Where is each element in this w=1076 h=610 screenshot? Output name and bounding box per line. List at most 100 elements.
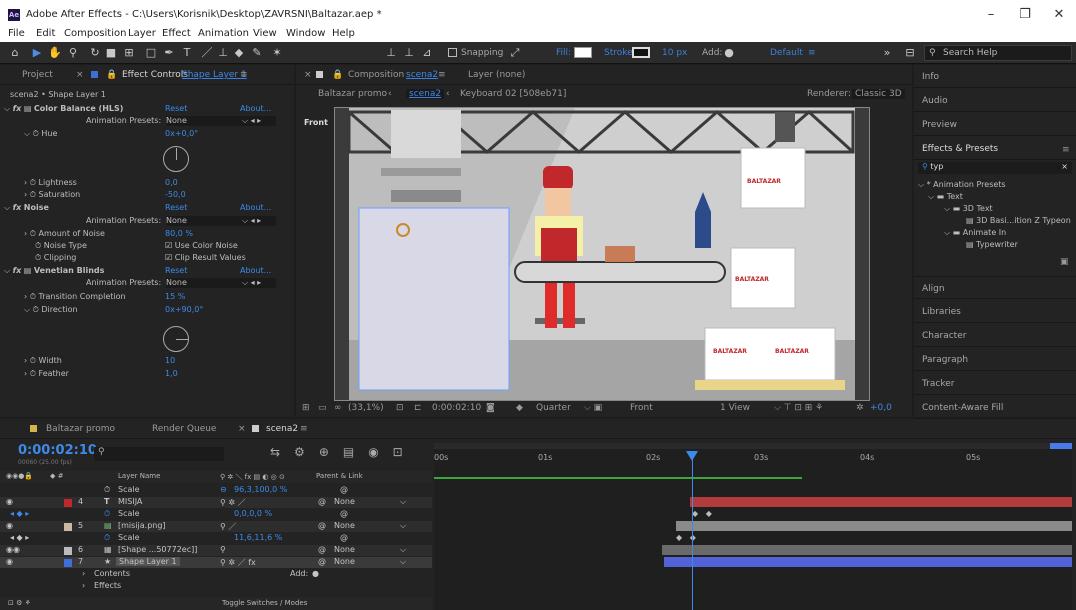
roto-brush-tool-icon[interactable]: ✎ [250,46,264,60]
hue-angle-dial[interactable] [163,146,189,172]
panel-toggle-icon[interactable]: ⊟ [903,46,917,60]
direction-angle-dial[interactable] [163,326,189,352]
layer-name-header[interactable]: Layer Name [118,472,160,480]
amount-of-noise-value[interactable]: 80,0 % [165,229,193,239]
param-width[interactable]: › ⏱ Width [24,356,62,366]
work-area-bar[interactable] [434,443,1072,449]
layer-tab[interactable]: Layer (none) [468,70,525,80]
snap-options-icon[interactable]: ⤢ [508,46,522,60]
timeline-graph-area[interactable]: 00s 01s 02s 03s 04s 05s ◆ ◆ ◆ ◆ [434,443,1072,610]
menu-file[interactable]: File [8,28,25,39]
fx-venetian-blinds[interactable]: ⌵ fx ▤ Venetian Blinds [4,266,104,276]
tracker-panel[interactable]: Tracker [914,372,1076,395]
info-panel[interactable]: Info [914,65,1076,88]
composition-tab-name[interactable]: scena2 [406,70,438,80]
tab-effect-controls[interactable]: Effect Controls [122,70,188,80]
exposure-value[interactable]: +0,0 [870,403,892,413]
panel-menu-icon[interactable]: ≡ [240,70,248,80]
effects-row[interactable]: › Effects [0,581,432,592]
workspace-menu-icon[interactable]: ≡ [808,48,816,58]
eraser-tool-icon[interactable]: ◆ [232,46,246,60]
region-of-interest-icon[interactable]: ⊏ [414,403,422,413]
viewer-timecode[interactable]: 0:00:02:10 [432,403,481,413]
zoom-tool-icon[interactable]: ⚲ [66,46,80,60]
minimize-button[interactable]: – [976,4,1006,26]
align-panel[interactable]: Align [914,276,1076,299]
view-axis-icon[interactable]: ⊿ [420,46,434,60]
camera-tool-icon[interactable]: ■ [104,46,118,60]
menu-help[interactable]: Help [332,28,355,39]
playhead-handle-icon[interactable] [686,451,698,461]
composition-tab-label[interactable]: Composition [348,70,404,80]
menu-animation[interactable]: Animation [198,28,249,39]
param-amount-of-noise[interactable]: › ⏱ Amount of Noise [24,229,105,239]
more-workspaces-icon[interactable]: » [880,46,894,60]
saturation-value[interactable]: -50,0 [165,190,186,200]
close-timeline-tab-icon[interactable]: × [238,424,246,434]
home-icon[interactable]: ⌂ [8,46,22,60]
lightness-value[interactable]: 0,0 [165,178,178,188]
channel-color-icon[interactable]: ◆ [516,403,523,413]
tab-render-queue[interactable]: Render Queue [152,424,216,434]
toggle-switches-modes[interactable]: Toggle Switches / Modes [222,599,307,607]
type-tool-icon[interactable]: T [180,46,194,60]
tree-animate-in-folder[interactable]: ⌵ ▬ Animate In [944,228,1006,238]
param-saturation[interactable]: › ⏱ Saturation [24,190,80,200]
param-feather[interactable]: › ⏱ Feather [24,369,69,379]
time-ruler[interactable]: 00s 01s 02s 03s 04s 05s [434,451,1072,469]
comp-menu-icon[interactable]: ≡ [438,70,446,80]
tree-3d-basic-typeon[interactable]: ▤ 3D Basi...ition Z Typeon [966,216,1071,226]
menu-window[interactable]: Window [286,28,325,39]
breadcrumb-scena2[interactable]: scena2 [406,89,445,99]
noise-reset-button[interactable]: Reset [165,203,187,213]
effects-panel-menu-icon[interactable]: ≡ [1062,145,1070,155]
param-direction[interactable]: ⌵ ⏱ Direction [24,305,78,315]
pen-tool-icon[interactable]: ✒ [162,46,176,60]
track-shape-layer-1[interactable] [664,557,1072,567]
timeline-switch-icons[interactable]: ⇆⚙⊕▤◉⊡ [270,445,417,459]
noise-presets-dropdown[interactable]: None ⌵ ◂ ▸ [166,216,276,226]
layer-row-shape-layer-1[interactable]: ◉ 7 ★ Shape Layer 1 ⚲ ✲ ／ fx @ None ⌵ [0,557,432,568]
tab-scena2[interactable]: scena2 [266,424,298,434]
transition-completion-value[interactable]: 15 % [165,292,185,302]
direction-value[interactable]: 0x+90,0° [165,305,203,315]
rectangle-tool-icon[interactable]: □ [144,46,158,60]
tab-baltazar-promo[interactable]: Baltazar promo [46,424,115,434]
fx-color-balance[interactable]: ⌵ fx ▤ Color Balance (HLS) [4,104,123,114]
hue-value[interactable]: 0x+0,0° [165,129,198,139]
effects-presets-panel[interactable]: Effects & Presets [914,137,1076,160]
width-value[interactable]: 10 [165,356,175,366]
parent-link-header[interactable]: Parent & Link [316,472,363,480]
timeline-menu-icon[interactable]: ≡ [300,424,308,434]
puppet-tool-icon[interactable]: ✶ [270,46,284,60]
clone-stamp-tool-icon[interactable]: ⊥ [216,46,230,60]
rotation-tool-icon[interactable]: ↻ [88,46,102,60]
param-lightness[interactable]: › ⏱ Lightness [24,178,77,188]
fill-color-swatch[interactable] [574,47,592,58]
fast-preview-icon[interactable]: ⌵ ▣ [584,403,602,413]
resolution-dropdown[interactable]: Quarter [536,403,571,413]
view-options-icons[interactable]: ⌵ ⊤ ⊡ ⊞ ⚘ [774,403,823,413]
contents-row[interactable]: › Contents Add: ● [0,569,432,580]
param-transition-completion[interactable]: › ⏱ Transition Completion [24,292,126,302]
layer-property-row[interactable]: ⏱ Scale ⊖ 96,3,100,0 % @ [0,485,432,496]
composition-viewer[interactable]: BALTAZAR BALTAZAR BALTAZAR BALTAZAR [334,107,870,401]
close-comp-tab-icon[interactable]: × [304,70,312,80]
tree-3d-text-folder[interactable]: ⌵ ▬ 3D Text [944,204,993,214]
breadcrumb-keyboard[interactable]: Keyboard 02 [508eb71] [460,89,566,99]
reset-button[interactable]: Reset [165,104,187,114]
content-aware-fill-panel[interactable]: Content-Aware Fill [914,396,1076,419]
menu-layer[interactable]: Layer [128,28,156,39]
preview-panel[interactable]: Preview [914,113,1076,136]
snapping-checkbox[interactable] [448,48,457,57]
about-link[interactable]: About... [240,104,271,114]
menu-composition[interactable]: Composition [64,28,126,39]
layer-property-row[interactable]: ◂ ◆ ▸ ⏱ Scale 11,6,11,6 % @ [0,533,432,544]
mask-visibility-icon[interactable]: ∞ [334,403,342,413]
param-hue[interactable]: ⌵ ⏱ Hue [24,129,57,139]
venetian-about-link[interactable]: About... [240,266,271,276]
playhead[interactable] [692,453,693,610]
tree-animation-presets[interactable]: ⌵ * Animation Presets [918,180,1006,190]
track-misija-png[interactable] [676,521,1072,531]
new-folder-icon[interactable]: ▣ [1060,257,1069,267]
